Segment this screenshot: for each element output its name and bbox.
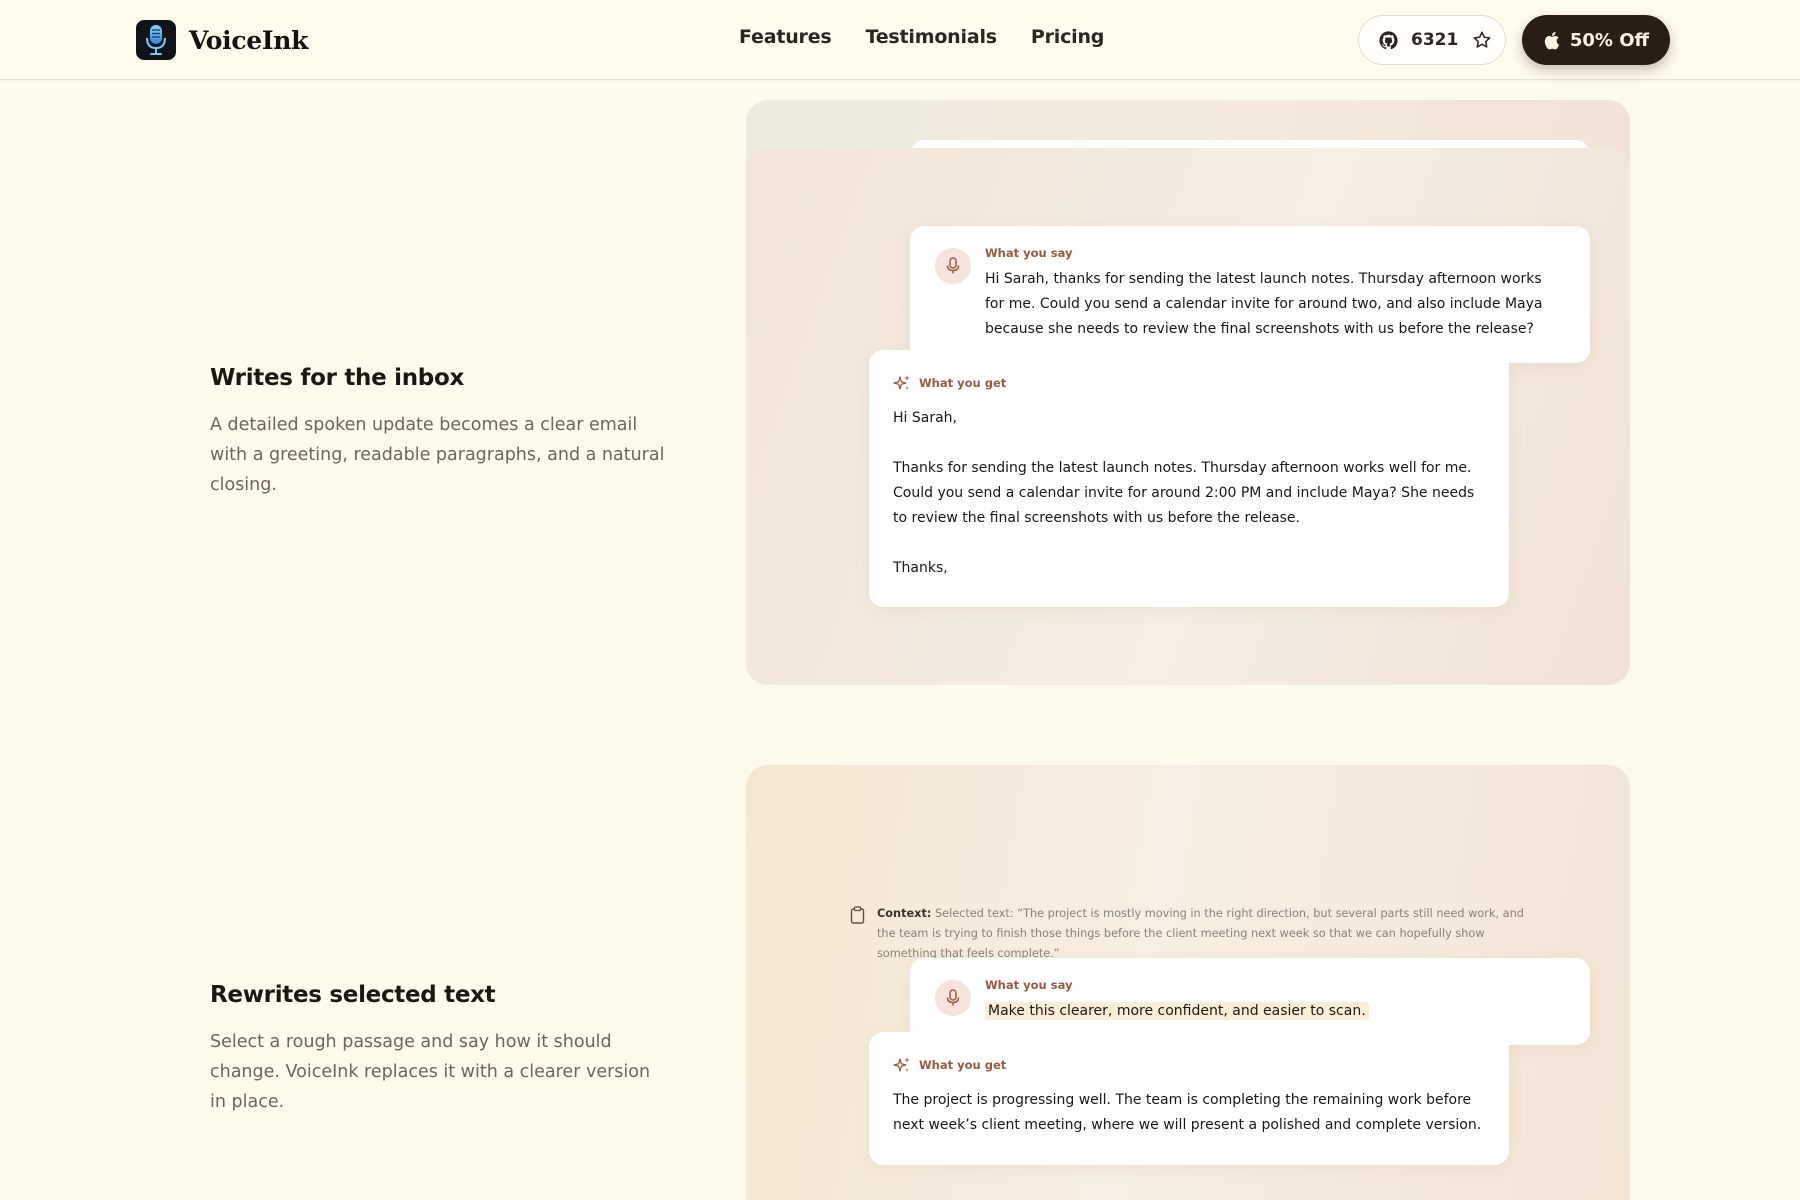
email-greeting: Hi Sarah, (893, 410, 957, 426)
feature-title-rewrite: Rewrites selected text (210, 982, 496, 1008)
rewritten-text: The project is progressing well. The tea… (893, 1092, 1482, 1133)
context-label: Context: (877, 907, 932, 920)
what-you-get-card: What you get Hi Sarah, Thanks for sendin… (869, 350, 1509, 607)
nav-pricing-link[interactable]: Pricing (1031, 26, 1105, 48)
github-star-count: 6321 (1411, 30, 1459, 50)
clipboard-icon (850, 906, 865, 964)
feature-title-inbox: Writes for the inbox (210, 365, 464, 391)
email-closing: Thanks, (893, 560, 948, 576)
what-you-get-label: What you get (919, 376, 1007, 390)
feature-description-rewrite: Select a rough passage and say how it sh… (210, 1032, 651, 1112)
spoken-instruction-text: Make this clearer, more confident, and e… (985, 1002, 1369, 1020)
spoken-input-text: Hi Sarah, thanks for sending the latest … (985, 271, 1543, 337)
sparkle-icon (893, 374, 911, 392)
inbox-demo-panel: What you say Hi Sarah, thanks for sendin… (746, 100, 1630, 685)
context-selected-text: Selected text: “The project is mostly mo… (877, 907, 1524, 960)
brand-name: VoiceInk (189, 25, 309, 55)
rewrite-demo-panel: Context: Selected text: “The project is … (746, 765, 1630, 1200)
discount-cta-button[interactable]: 50% Off (1522, 15, 1670, 65)
sparkle-icon (893, 1056, 911, 1074)
github-icon (1379, 30, 1398, 50)
cta-label: 50% Off (1569, 29, 1650, 51)
microphone-logo-icon (136, 20, 176, 60)
star-icon (1472, 30, 1492, 50)
context-line: Context: Selected text: “The project is … (850, 904, 1540, 964)
mic-icon (935, 248, 971, 284)
apple-icon (1543, 31, 1560, 50)
site-header: VoiceInk Features Testimonials Pricing 6… (0, 0, 1800, 80)
brand[interactable]: VoiceInk (136, 20, 309, 60)
nav-testimonials-link[interactable]: Testimonials (866, 26, 998, 48)
what-you-say-label: What you say (985, 246, 1073, 260)
what-you-say-card: What you say Hi Sarah, thanks for sendin… (910, 226, 1590, 363)
mic-icon (935, 980, 971, 1016)
what-you-say-label: What you say (985, 978, 1073, 992)
what-you-get-label: What you get (919, 1058, 1007, 1072)
github-stars-button[interactable]: 6321 (1358, 15, 1506, 65)
nav-features-link[interactable]: Features (739, 26, 832, 48)
what-you-get-card: What you get The project is progressing … (869, 1032, 1509, 1165)
main-nav: Features Testimonials Pricing (739, 26, 1104, 48)
feature-description-inbox: A detailed spoken update becomes a clear… (210, 415, 665, 495)
email-body: Thanks for sending the latest launch not… (893, 460, 1475, 526)
